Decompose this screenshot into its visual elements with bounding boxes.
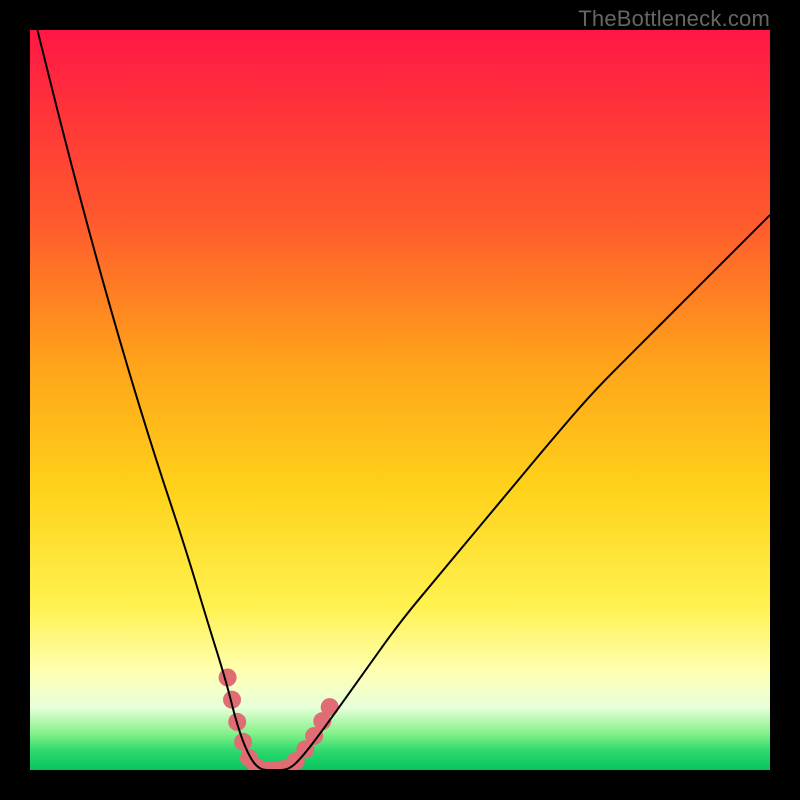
gradient-background bbox=[30, 30, 770, 770]
marker-dot bbox=[219, 669, 237, 687]
bottleneck-chart bbox=[30, 30, 770, 770]
watermark-text: TheBottleneck.com bbox=[578, 6, 770, 32]
marker-dot bbox=[321, 698, 339, 716]
plot-area bbox=[30, 30, 770, 770]
chart-frame: TheBottleneck.com bbox=[0, 0, 800, 800]
